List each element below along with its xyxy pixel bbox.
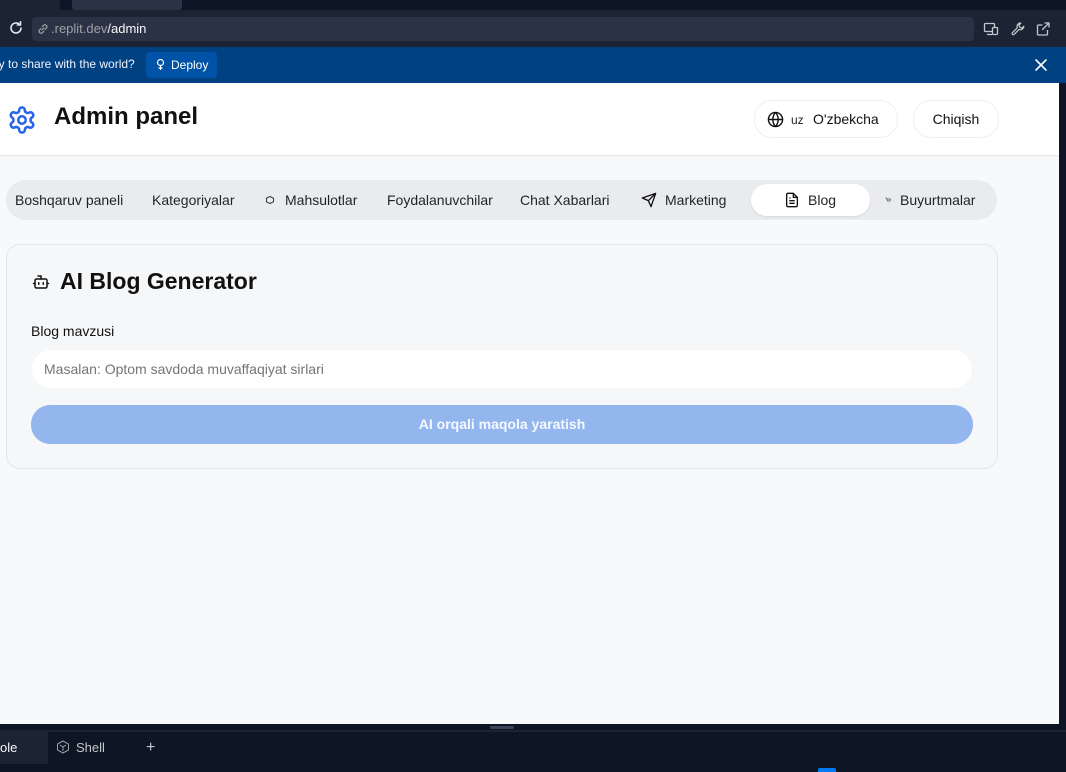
language-selector[interactable]: uz O'zbekcha: [754, 100, 898, 138]
url-input[interactable]: .replit.dev/admin: [32, 17, 974, 41]
status-indicator: [818, 768, 836, 772]
browser-url-bar: .replit.dev/admin: [0, 10, 1066, 47]
workspace-bottom-tabs: ole Shell +: [0, 730, 1066, 772]
tab-orders[interactable]: Buyurtmalar: [884, 184, 994, 216]
topic-input[interactable]: [32, 350, 972, 388]
add-tab-icon[interactable]: +: [146, 732, 160, 764]
deploy-banner: ly to share with the world? Deploy: [0, 47, 1066, 83]
url-domain: .replit.dev: [51, 21, 108, 36]
tab-label: Boshqaruv paneli: [15, 192, 124, 208]
app-viewport: Admin panel uz O'zbekcha Chiqish Boshqar…: [0, 83, 1059, 724]
tab-dashboard[interactable]: Boshqaruv paneli: [15, 184, 123, 216]
devices-icon[interactable]: [983, 21, 999, 37]
shell-icon: [57, 740, 69, 754]
package-icon: [266, 196, 274, 204]
tab-categories[interactable]: Kategoriyalar: [152, 184, 235, 216]
url-text: .replit.dev/admin: [51, 17, 146, 41]
language-code: uz: [791, 113, 804, 127]
page-title: Admin panel: [54, 103, 199, 130]
browser-tab[interactable]: [0, 0, 60, 10]
resize-handle[interactable]: [490, 726, 514, 729]
tab-label: Foydalanuvchilar: [387, 192, 493, 208]
tab-users[interactable]: Foydalanuvchilar: [387, 184, 493, 216]
link-icon: [38, 24, 48, 34]
deploy-label: Deploy: [171, 58, 209, 72]
tab-label: Shell: [76, 740, 105, 755]
globe-icon: [767, 111, 784, 128]
tab-products[interactable]: Mahsulotlar Mahsulotlar____: [266, 184, 370, 216]
tab-shell[interactable]: Shell: [76, 732, 105, 764]
deploy-icon: [156, 58, 165, 70]
tab-label: Mahsulotlar: [285, 192, 358, 208]
open-external-icon[interactable]: [1035, 21, 1051, 37]
topic-label: Blog mavzusi: [31, 323, 115, 339]
file-text-icon: [786, 192, 798, 208]
browser-tab-strip: [0, 0, 1066, 10]
tab-label: Blog: [808, 192, 837, 208]
reload-icon[interactable]: [8, 20, 24, 36]
logout-button[interactable]: Chiqish: [913, 100, 999, 138]
browser-tab-active[interactable]: [72, 0, 182, 10]
tab-label: Kategoriyalar: [152, 192, 235, 208]
gear-icon: [9, 106, 35, 134]
wrench-icon[interactable]: [1010, 21, 1026, 37]
admin-nav-tabs: Boshqaruv paneli Kategoriyalar Mahsulotl…: [6, 180, 997, 220]
card-title: AI Blog Generator: [60, 268, 257, 294]
url-path: /admin: [107, 21, 147, 36]
ai-blog-generator-card: AI Blog Generator Blog mavzusi AI orqali…: [6, 244, 998, 469]
banner-text: ly to share with the world?: [0, 57, 135, 71]
deploy-button[interactable]: Deploy: [146, 52, 217, 78]
workspace-gutter: [1059, 83, 1066, 724]
admin-header: Admin panel uz O'zbekcha Chiqish: [0, 83, 1059, 156]
close-icon[interactable]: [1034, 58, 1048, 72]
tab-marketing[interactable]: Marketing: [640, 184, 740, 216]
generate-article-button[interactable]: AI orqali maqola yaratish: [31, 405, 973, 444]
send-icon: [641, 192, 657, 208]
tab-label: Marketing: [665, 192, 727, 208]
tab-label: ole: [0, 740, 18, 755]
bot-icon: [32, 275, 50, 289]
tab-label: Buyurtmalar: [900, 192, 976, 208]
tab-label: Chat Xabarlari: [520, 192, 610, 208]
language-name: O'zbekcha: [813, 111, 879, 127]
tab-console[interactable]: ole: [0, 732, 48, 764]
cart-icon: [885, 197, 891, 202]
tab-blog[interactable]: Blog: [751, 184, 870, 216]
tab-chat-messages[interactable]: Chat Xabarlari: [520, 184, 610, 216]
